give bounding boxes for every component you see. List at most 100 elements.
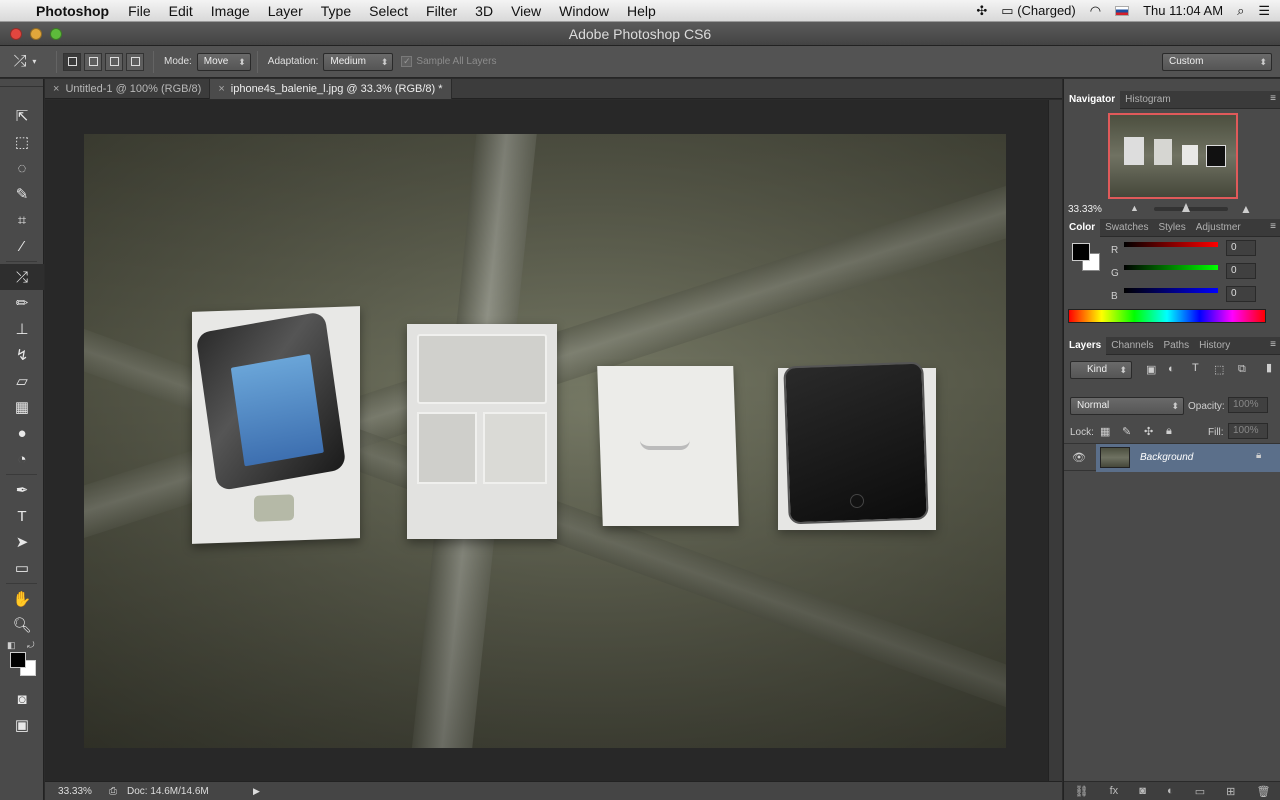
navigator-zoom[interactable]: 33.33% bbox=[1068, 204, 1102, 215]
content-aware-move-tool-icon[interactable]: ⤮ bbox=[0, 264, 44, 290]
spotlight-search-icon[interactable]: ⌕ bbox=[1237, 3, 1244, 19]
filter-toggle-icon[interactable]: ▮ bbox=[1266, 361, 1272, 374]
app-menu[interactable]: Photoshop bbox=[36, 3, 109, 19]
tab-adjustments[interactable]: Adjustmer bbox=[1191, 219, 1246, 237]
menu-view[interactable]: View bbox=[502, 3, 550, 19]
tab-iphone-image[interactable]: × iphone4s_balenie_l.jpg @ 33.3% (RGB/8) … bbox=[210, 79, 452, 99]
clock[interactable]: Thu 11:04 AM bbox=[1143, 3, 1223, 18]
filter-type-icon[interactable]: T bbox=[1192, 362, 1199, 374]
adjustment-layer-icon[interactable]: ◐ bbox=[1167, 785, 1174, 797]
color-fg-swatch[interactable] bbox=[1072, 243, 1090, 261]
g-value-field[interactable]: 0 bbox=[1226, 263, 1256, 279]
status-info-icon[interactable]: ⎙ bbox=[109, 786, 117, 797]
move-tool-icon[interactable]: ⇱ bbox=[0, 103, 44, 129]
quick-selection-tool-icon[interactable]: ✎ bbox=[0, 181, 44, 207]
lock-all-icon[interactable]: 🔒︎ bbox=[1166, 425, 1172, 438]
canvas-area[interactable] bbox=[45, 100, 1048, 781]
zoom-slider-thumb[interactable] bbox=[1182, 203, 1190, 212]
new-layer-icon[interactable]: ⊞ bbox=[1226, 785, 1235, 798]
pen-tool-icon[interactable]: ✒ bbox=[0, 477, 44, 503]
marquee-tool-icon[interactable]: ⬚ bbox=[0, 129, 44, 155]
subtract-from-selection-button[interactable] bbox=[105, 52, 123, 71]
menu-3d[interactable]: 3D bbox=[466, 3, 502, 19]
r-value-field[interactable]: 0 bbox=[1226, 240, 1256, 256]
g-slider[interactable] bbox=[1124, 265, 1218, 270]
r-slider[interactable] bbox=[1124, 242, 1218, 247]
clone-stamp-tool-icon[interactable]: ⊥ bbox=[0, 316, 44, 342]
navigator-preview[interactable]: 33.33% ▲ ▲ bbox=[1064, 109, 1280, 217]
filter-pixel-icon[interactable]: ▣ bbox=[1146, 363, 1156, 376]
add-mask-icon[interactable]: ◙ bbox=[1139, 785, 1146, 797]
menu-layer[interactable]: Layer bbox=[259, 3, 312, 19]
gradient-tool-icon[interactable]: ▦ bbox=[0, 394, 44, 420]
filter-smart-object-icon[interactable]: ⧉ bbox=[1238, 363, 1246, 376]
layer-name[interactable]: Background bbox=[1140, 452, 1193, 463]
zoom-window-button[interactable] bbox=[50, 28, 62, 40]
filter-shape-icon[interactable]: ⬚ bbox=[1214, 363, 1224, 376]
tab-navigator[interactable]: Navigator bbox=[1064, 90, 1121, 109]
tab-paths[interactable]: Paths bbox=[1159, 337, 1195, 355]
foreground-color-swatch[interactable] bbox=[10, 652, 26, 668]
add-to-selection-button[interactable] bbox=[84, 52, 102, 71]
tab-history[interactable]: History bbox=[1194, 337, 1235, 355]
hand-tool-icon[interactable]: ✋ bbox=[0, 586, 44, 612]
panel-menu-icon[interactable]: ≡ bbox=[1270, 93, 1276, 104]
b-value-field[interactable]: 0 bbox=[1226, 286, 1256, 302]
close-tab-icon[interactable]: × bbox=[218, 83, 224, 95]
layer-kind-filter[interactable]: Kind bbox=[1070, 361, 1132, 379]
screen-mode-icon[interactable]: ▣ bbox=[0, 712, 44, 738]
tab-histogram[interactable]: Histogram bbox=[1120, 91, 1176, 109]
link-layers-icon[interactable]: ⛓ bbox=[1075, 785, 1089, 798]
close-tab-icon[interactable]: × bbox=[53, 83, 59, 95]
menu-type[interactable]: Type bbox=[312, 3, 360, 19]
visibility-eye-icon[interactable]: 👁︎ bbox=[1072, 451, 1086, 464]
quick-mask-icon[interactable]: ◙ bbox=[0, 686, 44, 712]
wifi-icon[interactable]: ◠ bbox=[1090, 3, 1101, 19]
history-brush-tool-icon[interactable]: ↯ bbox=[0, 342, 44, 368]
menu-help[interactable]: Help bbox=[618, 3, 665, 19]
zoom-out-icon[interactable]: ▲ bbox=[1130, 203, 1139, 213]
blend-mode-select[interactable]: Normal bbox=[1070, 397, 1184, 415]
menu-window[interactable]: Window bbox=[550, 3, 618, 19]
zoom-tool-icon[interactable]: 🔍︎ bbox=[0, 612, 44, 638]
close-window-button[interactable] bbox=[10, 28, 22, 40]
tab-swatches[interactable]: Swatches bbox=[1100, 219, 1153, 237]
eraser-tool-icon[interactable]: ▱ bbox=[0, 368, 44, 394]
opacity-field[interactable]: 100% bbox=[1228, 397, 1268, 413]
menu-edit[interactable]: Edit bbox=[160, 3, 202, 19]
adaptation-select[interactable]: Medium bbox=[323, 52, 394, 71]
type-tool-icon[interactable]: T bbox=[0, 503, 44, 529]
filter-adjustment-icon[interactable]: ◐ bbox=[1168, 363, 1175, 375]
input-source-flag-icon[interactable] bbox=[1115, 5, 1130, 16]
document-image[interactable] bbox=[84, 134, 1006, 748]
layer-style-fx-icon[interactable]: fx bbox=[1110, 785, 1119, 797]
status-menu-arrow-icon[interactable]: ▶ bbox=[253, 786, 260, 797]
new-group-icon[interactable]: ▭ bbox=[1195, 785, 1205, 798]
eyedropper-tool-icon[interactable]: ⁄ bbox=[0, 233, 44, 259]
lock-position-icon[interactable]: ✣ bbox=[1144, 425, 1153, 438]
minimize-window-button[interactable] bbox=[30, 28, 42, 40]
zoom-in-icon[interactable]: ▲ bbox=[1240, 202, 1252, 216]
menu-select[interactable]: Select bbox=[360, 3, 417, 19]
color-spectrum-ramp[interactable] bbox=[1068, 309, 1266, 323]
menu-filter[interactable]: Filter bbox=[417, 3, 466, 19]
rectangle-tool-icon[interactable]: ▭ bbox=[0, 555, 44, 581]
lasso-tool-icon[interactable]: ◌ bbox=[0, 155, 44, 181]
menu-image[interactable]: Image bbox=[202, 3, 259, 19]
zoom-slider[interactable] bbox=[1154, 203, 1228, 212]
battery-status[interactable]: ▭ (Charged) bbox=[1001, 3, 1075, 19]
panel-menu-icon[interactable]: ≡ bbox=[1270, 221, 1276, 232]
panel-menu-icon[interactable]: ≡ bbox=[1270, 339, 1276, 350]
workspace-select[interactable]: Custom bbox=[1162, 52, 1272, 71]
sample-all-layers-checkbox[interactable]: ✓ bbox=[401, 56, 413, 67]
tab-styles[interactable]: Styles bbox=[1153, 219, 1190, 237]
swap-colors-icon[interactable]: ⤾ bbox=[27, 640, 35, 651]
layer-row-background[interactable]: 👁︎ Background 🔒︎ bbox=[1064, 443, 1280, 472]
lock-image-icon[interactable]: ✎ bbox=[1122, 425, 1131, 438]
brush-tool-icon[interactable]: ✏ bbox=[0, 290, 44, 316]
delete-layer-icon[interactable]: 🗑︎ bbox=[1256, 785, 1270, 798]
lock-transparent-icon[interactable]: ▦ bbox=[1100, 425, 1110, 438]
tab-channels[interactable]: Channels bbox=[1106, 337, 1158, 355]
default-colors-icon[interactable]: ◧ bbox=[7, 640, 16, 651]
notification-center-icon[interactable]: ☰ bbox=[1258, 3, 1270, 19]
